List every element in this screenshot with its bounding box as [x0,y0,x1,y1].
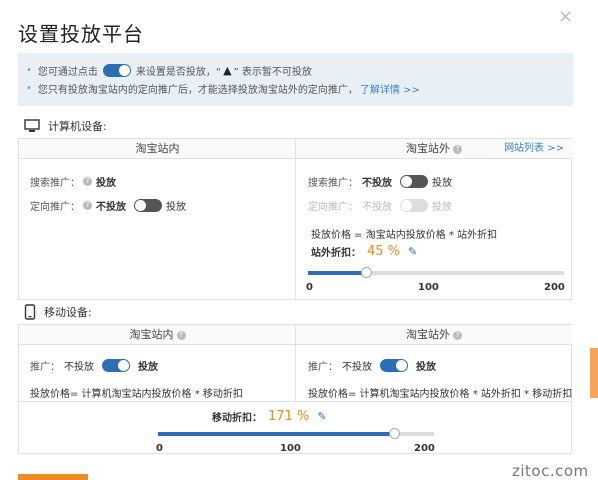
help-icon[interactable]: ? [176,330,186,340]
col-title: 淘宝站外 [406,328,450,341]
close-icon[interactable]: × [558,6,573,27]
slider-fill [308,271,366,275]
targeted-toggle[interactable] [134,199,162,212]
divider [18,401,572,402]
field-label: 站外折扣： [311,248,361,259]
notice-text: 您可通过点击 [37,66,98,78]
warning-icon: ▲ [223,63,232,77]
on-label: 投放 [432,202,452,213]
field-label: 推广： [308,362,338,373]
field-label: 搜索推广： [30,178,80,189]
notice-text: 您只有投放淘宝站内的定向推广后，才能选择投放淘宝站外的定向推广， [37,84,358,96]
phone-icon [24,304,36,320]
slider-tick: 200 [414,443,435,454]
discount-value: 45 % [367,244,401,259]
feedback-side-tab[interactable] [590,348,598,398]
field-label: 移动折扣： [212,413,262,424]
mobile-outside-header: 淘宝站外? [296,325,572,345]
off-label: 不投放 [342,362,372,373]
learn-more-link[interactable]: 了解详情 >> [360,81,420,96]
dialog-title: 设置投放平台 [18,22,144,46]
outside-discount-slider[interactable] [308,267,564,278]
col-title: 淘宝站内 [129,328,174,341]
slider-tick: 200 [544,282,565,293]
notice-text: ” 表示暂不可投放 [233,66,312,78]
toggle-example-icon [102,63,131,77]
outside-discount-row: 站外折扣： 45 % ✎ [311,244,417,259]
on-label: 投放 [138,362,158,373]
divider [295,324,296,402]
bullet: • [26,64,32,76]
slider-thumb[interactable] [388,428,400,439]
slider-tick: 0 [156,443,163,454]
slider-thumb[interactable] [360,267,372,278]
computer-inside-header: 淘宝站内 [19,139,296,159]
mobile-heading: 移动设备: [24,304,92,320]
field-label: 定向推广： [308,202,358,213]
field-label: 推广： [30,362,60,373]
computer-heading-label: 计算机设备: [48,120,107,133]
help-icon[interactable]: ? [453,144,462,154]
watermark: zitoc.com [512,462,589,480]
info-notice: • 您可通过点击 来设置是否投放，“ ▲ ” 表示暂不可投放 • 您只有投放淘宝… [18,53,573,106]
divider [295,138,296,300]
mobile-discount-row: 移动折扣： 171 % ✎ [212,409,327,424]
mobile-heading-label: 移动设备: [44,306,92,319]
bullet: • [26,82,32,94]
field-label: 定向推广： [30,202,80,213]
notice-line-2: • 您只有投放淘宝站内的定向推广后，才能选择投放淘宝站外的定向推广， 了解详情 … [26,79,565,97]
off-label: 不投放 [362,202,392,213]
off-label: 不投放 [96,202,126,213]
off-label: 不投放 [64,362,94,373]
on-label: 投放 [166,202,186,213]
site-list-link[interactable]: 网站列表 >> [504,139,564,159]
slider-fill [158,432,394,436]
mobile-inside-header: 淘宝站内? [19,325,296,345]
on-label: 投放 [416,362,436,373]
computer-outside-header: 淘宝站外? 网站列表 >> [296,139,572,159]
on-label: 投放 [432,178,452,189]
outside-search-toggle[interactable] [400,175,428,188]
mobile-inside-toggle[interactable] [102,359,130,372]
mobile-inside-promo-row: 推广： 不投放 投放 [30,358,158,373]
notice-text: 来设置是否投放，“ [135,66,222,78]
col-title: 淘宝站外 [406,142,450,155]
help-icon[interactable]: ? [453,330,462,340]
outside-targeted-toggle [400,199,428,212]
edit-icon[interactable]: ✎ [317,410,326,423]
help-icon[interactable]: ? [83,201,92,210]
computer-inside-targeted-row: 定向推广： ? 不投放 投放 [30,198,186,213]
computer-heading: 计算机设备: [24,118,107,134]
slider-tick: 100 [280,443,301,454]
field-label: 搜索推广： [308,178,358,189]
mobile-discount-slider[interactable] [158,428,434,439]
off-label: 不投放 [362,178,392,189]
slider-tick: 0 [306,282,313,293]
notice-line-1: • 您可通过点击 来设置是否投放，“ ▲ ” 表示暂不可投放 [26,61,565,79]
mobile-outside-toggle[interactable] [380,359,408,372]
col-title: 淘宝站内 [135,142,180,155]
mobile-outside-formula: 投放价格= 计算机淘宝站内投放价格 * 站外折扣 * 移动折扣 [308,389,573,400]
mobile-inside-formula: 投放价格= 计算机淘宝站内投放价格 * 移动折扣 [30,389,243,400]
mobile-outside-promo-row: 推广： 不投放 投放 [308,358,436,373]
confirm-button[interactable] [18,474,88,480]
slider-tick: 100 [418,282,439,293]
status-text: 投放 [96,178,116,189]
computer-inside-search-row: 搜索推广： ? 投放 [30,174,116,189]
computer-outside-search-row: 搜索推广： 不投放 投放 [308,174,452,189]
discount-value: 171 % [268,409,310,424]
computer-outside-targeted-row: 定向推广： 不投放 投放 [308,198,452,213]
help-icon[interactable]: ? [83,177,92,186]
monitor-icon [24,119,40,132]
edit-icon[interactable]: ✎ [408,245,417,258]
outside-price-formula: 投放价格 = 淘宝站内投放价格 * 站外折扣 [311,230,498,241]
